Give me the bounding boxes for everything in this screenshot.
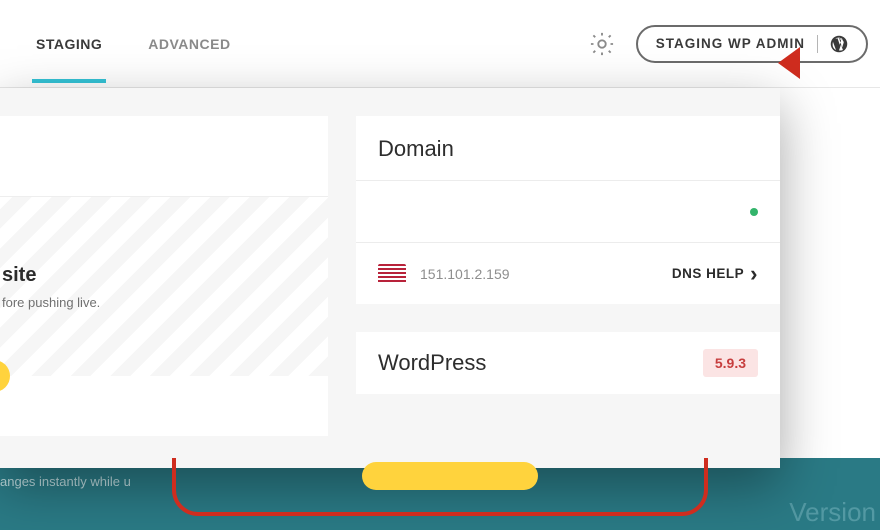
wordpress-card: WordPress 5.9.3 <box>356 332 780 394</box>
domain-card: Domain 151.101.2.159 DNS HELP › <box>356 116 780 304</box>
highlighted-button[interactable] <box>362 462 538 490</box>
env-tabs: STAGING ADVANCED <box>36 6 231 82</box>
tab-staging[interactable]: STAGING <box>36 6 102 82</box>
top-bar: STAGING ADVANCED STAGING WP ADMIN <box>0 0 880 88</box>
domain-card-title: Domain <box>356 116 780 180</box>
wordpress-version-badge: 5.9.3 <box>703 349 758 377</box>
gear-icon[interactable] <box>588 30 616 58</box>
us-flag-icon <box>378 264 406 284</box>
dns-help-link[interactable]: DNS HELP › <box>672 266 758 281</box>
bg-text-left: anges instantly while u <box>0 474 131 489</box>
dns-help-label: DNS HELP <box>672 266 744 281</box>
chevron-right-icon: › <box>750 267 758 280</box>
wordpress-card-title: WordPress <box>378 350 486 376</box>
ip-address: 151.101.2.159 <box>420 266 510 282</box>
wordpress-icon <box>830 35 848 53</box>
domain-ip-row: 151.101.2.159 DNS HELP › <box>356 242 780 304</box>
staging-wp-admin-button[interactable]: STAGING WP ADMIN <box>636 25 868 63</box>
staging-site-card: site fore pushing live. <box>0 196 328 376</box>
separator <box>817 35 818 53</box>
tab-advanced[interactable]: ADVANCED <box>148 6 230 82</box>
main-panel: site fore pushing live. Domain 151.101.2… <box>0 88 780 468</box>
yellow-pill-decor <box>0 360 10 392</box>
domain-status-row <box>356 180 780 242</box>
status-dot-icon <box>750 208 758 216</box>
wordpress-row: WordPress 5.9.3 <box>356 332 780 394</box>
left-card: site fore pushing live. <box>0 116 328 436</box>
site-subtitle: fore pushing live. <box>2 295 328 310</box>
site-title: site <box>2 264 328 287</box>
callout-arrow-icon <box>778 47 800 79</box>
bg-text-right: Version <box>789 497 876 528</box>
